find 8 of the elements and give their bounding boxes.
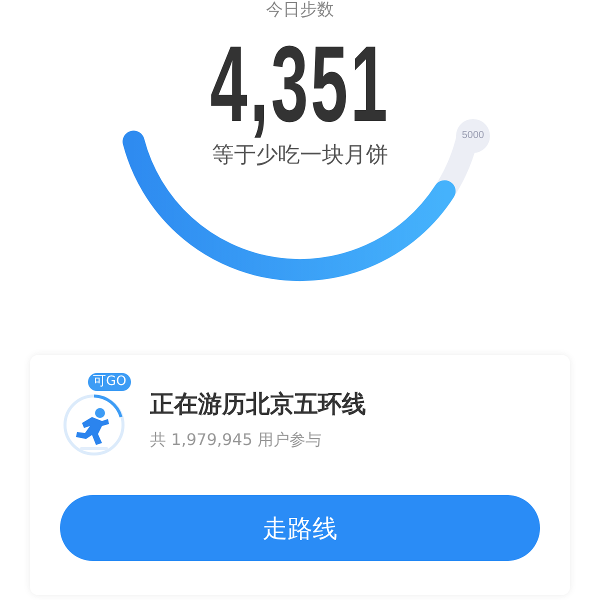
walk-route-button[interactable]: 走路线 [60, 495, 540, 561]
participants-text: 共 1,979,945 用户参与 [150, 430, 323, 450]
go-tag: 可GO [88, 373, 132, 391]
runner-icon [62, 393, 126, 457]
steps-label: 今日步数 [266, 0, 334, 20]
route-title: 正在游历北京五环线 [150, 388, 366, 420]
comparison-text: 等于少吃一块月饼 [212, 142, 388, 170]
goal-label: 5000 [456, 119, 490, 153]
